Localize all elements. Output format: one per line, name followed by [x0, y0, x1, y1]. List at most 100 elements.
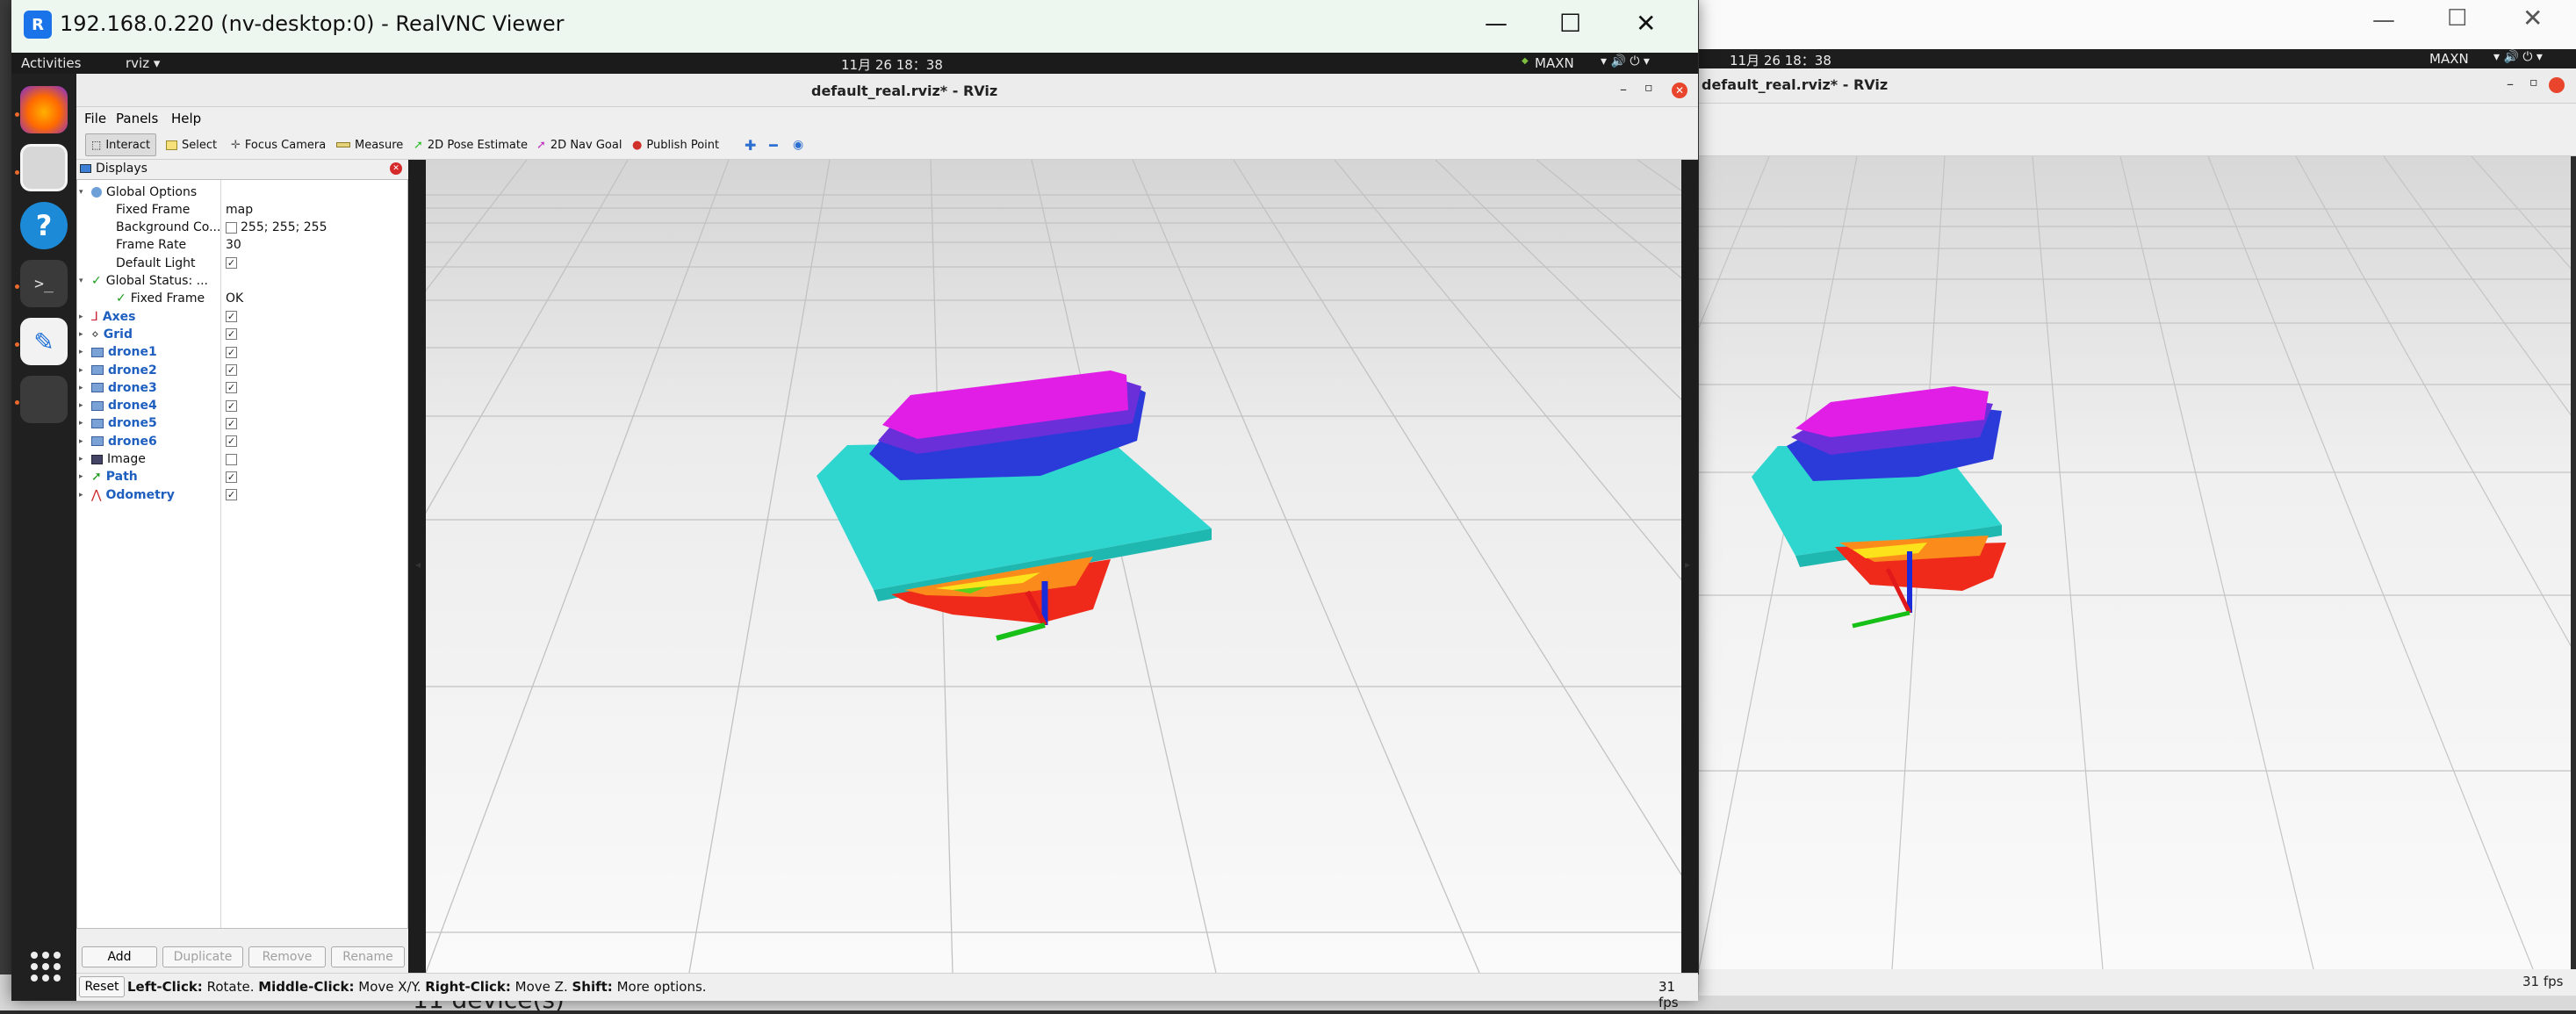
- firefox-icon[interactable]: [20, 86, 68, 133]
- expand-arrow-icon[interactable]: ▸: [79, 455, 83, 464]
- rviz-close-icon[interactable]: ✕: [1672, 83, 1687, 98]
- vnc-minimize-button[interactable]: —: [1485, 11, 1507, 37]
- help-icon[interactable]: ?: [20, 202, 68, 249]
- expand-arrow-icon[interactable]: ▸: [79, 384, 83, 392]
- tree-row[interactable]: ▾ Global Options: [77, 183, 407, 200]
- visibility-checkbox[interactable]: ✓: [226, 257, 237, 270]
- second-window-titlebar[interactable]: — ☐ ✕: [1699, 0, 2576, 49]
- tree-row[interactable]: ▸ ➚ Path ✓: [77, 469, 407, 485]
- tree-label: drone1: [108, 345, 157, 360]
- displays-tree[interactable]: ▾ Global Options Fixed Frame map Background …: [76, 179, 408, 929]
- tree-row[interactable]: ▸ ⋀ Odometry ✓: [77, 486, 407, 503]
- activities-button[interactable]: Activities: [21, 55, 81, 71]
- files-icon[interactable]: [20, 144, 68, 191]
- visibility-checkbox[interactable]: ✓: [226, 364, 237, 376]
- visibility-checkbox[interactable]: ✓: [226, 489, 237, 501]
- tool-2d-nav-goal[interactable]: ➚ 2D Nav Goal: [531, 133, 627, 156]
- tree-row[interactable]: ▸ drone1 ✓: [77, 344, 407, 361]
- rviz-3d-viewport[interactable]: [426, 160, 1681, 973]
- app-menu-rviz[interactable]: rviz ▾: [126, 55, 160, 71]
- top-bar-clock[interactable]: 11月 26 18：38: [841, 55, 943, 74]
- add-tool-icon[interactable]: ✚: [739, 133, 761, 156]
- grid-icon: ⋄: [91, 327, 99, 342]
- tree-row[interactable]: ▸ drone4 ✓: [77, 398, 407, 414]
- collapse-right-arrow-icon[interactable]: ▸: [1685, 558, 1690, 571]
- visibility-checkbox[interactable]: ✓: [226, 435, 237, 448]
- menu-file[interactable]: File: [84, 111, 106, 126]
- collapse-left-arrow-icon[interactable]: ◂: [415, 558, 421, 571]
- expand-arrow-icon[interactable]: ▸: [79, 348, 83, 356]
- expand-arrow-icon[interactable]: ▸: [79, 330, 83, 339]
- expand-arrow-icon[interactable]: ▸: [79, 366, 83, 375]
- expand-arrow-icon[interactable]: ▸: [79, 401, 83, 410]
- second-close-icon[interactable]: ✕: [2522, 4, 2543, 32]
- rviz-app-icon[interactable]: [20, 376, 68, 423]
- second-rviz-close-icon[interactable]: [2549, 77, 2565, 93]
- tool-focus-camera[interactable]: ✛ Focus Camera: [226, 133, 331, 156]
- tree-row[interactable]: ✓ Fixed Frame OK: [77, 291, 407, 307]
- vnc-titlebar[interactable]: R 192.168.0.220 (nv-desktop:0) - RealVNC…: [11, 0, 1698, 53]
- tool-publish-point[interactable]: ● Publish Point: [627, 133, 724, 156]
- hint-shift: Shift:: [572, 979, 613, 995]
- power-mode-label[interactable]: MAXN: [1535, 55, 1574, 71]
- tree-row[interactable]: ▸ drone3 ✓: [77, 379, 407, 396]
- second-maximize-icon[interactable]: ☐: [2447, 5, 2467, 32]
- tree-row[interactable]: ▸ ⋄ Grid ✓: [77, 326, 407, 342]
- second-rviz-restore-icon[interactable]: ▫: [2529, 76, 2538, 90]
- tool-select[interactable]: Select: [161, 133, 222, 156]
- terminal-icon[interactable]: >_: [20, 260, 68, 307]
- expand-arrow-icon[interactable]: ▾: [79, 188, 83, 197]
- visibility-checkbox[interactable]: ✓: [226, 417, 237, 429]
- tree-row[interactable]: ▸ drone6 ✓: [77, 433, 407, 449]
- tool-properties-icon[interactable]: ◉: [788, 133, 809, 156]
- second-rviz-menubar: [1699, 104, 2576, 156]
- tree-row[interactable]: Frame Rate 30: [77, 237, 407, 254]
- show-apps-icon[interactable]: [31, 952, 61, 982]
- second-minimize-icon[interactable]: —: [2372, 7, 2395, 33]
- expand-arrow-icon[interactable]: ▸: [79, 472, 83, 481]
- tree-row[interactable]: Default Light ✓: [77, 255, 407, 271]
- vnc-maximize-button[interactable]: ☐: [1559, 9, 1581, 38]
- color-swatch[interactable]: [226, 221, 237, 234]
- system-tray-icons[interactable]: ▾ 🔊 ⏻ ▾: [1601, 54, 1650, 68]
- duplicate-button[interactable]: Duplicate: [162, 946, 243, 967]
- visibility-checkbox[interactable]: ✓: [226, 471, 237, 483]
- reset-button[interactable]: Reset: [79, 976, 125, 997]
- expand-arrow-icon[interactable]: ▸: [79, 419, 83, 428]
- second-tray-icons[interactable]: ▾ 🔊 ⏻ ▾: [2493, 50, 2543, 64]
- remove-button[interactable]: Remove: [248, 946, 326, 967]
- visibility-checkbox[interactable]: ✓: [226, 399, 237, 412]
- visibility-checkbox[interactable]: ✓: [226, 311, 237, 323]
- visibility-checkbox[interactable]: [226, 453, 237, 465]
- expand-arrow-icon[interactable]: ▸: [79, 437, 83, 446]
- text-editor-icon[interactable]: ✎: [20, 318, 68, 365]
- visibility-checkbox[interactable]: ✓: [226, 328, 237, 341]
- tree-label: drone4: [108, 399, 157, 414]
- tree-row[interactable]: ▾ ✓ Global Status: ...: [77, 273, 407, 290]
- add-button[interactable]: Add: [82, 946, 157, 967]
- tool-2d-pose-estimate[interactable]: ➚ 2D Pose Estimate: [408, 133, 533, 156]
- remove-tool-icon[interactable]: ━: [764, 133, 783, 156]
- tree-row[interactable]: ▸ drone5 ✓: [77, 415, 407, 432]
- tree-row[interactable]: ▸ ⅃ Axes ✓: [77, 308, 407, 325]
- tree-row[interactable]: ▸ Image: [77, 451, 407, 468]
- expand-arrow-icon[interactable]: ▾: [79, 277, 83, 285]
- visibility-checkbox[interactable]: ✓: [226, 382, 237, 394]
- panel-close-icon[interactable]: ✕: [390, 162, 402, 175]
- second-3d-viewport[interactable]: [1699, 156, 2571, 969]
- tree-row[interactable]: Fixed Frame map: [77, 201, 407, 218]
- rviz-restore-icon[interactable]: ▫: [1644, 81, 1653, 95]
- second-rviz-minimize-icon[interactable]: –: [2507, 76, 2514, 92]
- tree-row[interactable]: ▸ drone2 ✓: [77, 362, 407, 378]
- tool-interact[interactable]: ⬚ Interact: [85, 133, 157, 156]
- tool-measure[interactable]: Measure: [331, 133, 408, 156]
- expand-arrow-icon[interactable]: ▸: [79, 491, 83, 500]
- vnc-close-button[interactable]: ✕: [1636, 9, 1656, 38]
- menu-panels[interactable]: Panels: [116, 111, 158, 126]
- menu-help[interactable]: Help: [171, 111, 201, 126]
- rviz-minimize-icon[interactable]: –: [1620, 81, 1627, 97]
- visibility-checkbox[interactable]: ✓: [226, 346, 237, 358]
- tree-row[interactable]: Background Co... 255; 255; 255: [77, 219, 407, 236]
- rename-button[interactable]: Rename: [331, 946, 405, 967]
- expand-arrow-icon[interactable]: ▸: [79, 313, 83, 321]
